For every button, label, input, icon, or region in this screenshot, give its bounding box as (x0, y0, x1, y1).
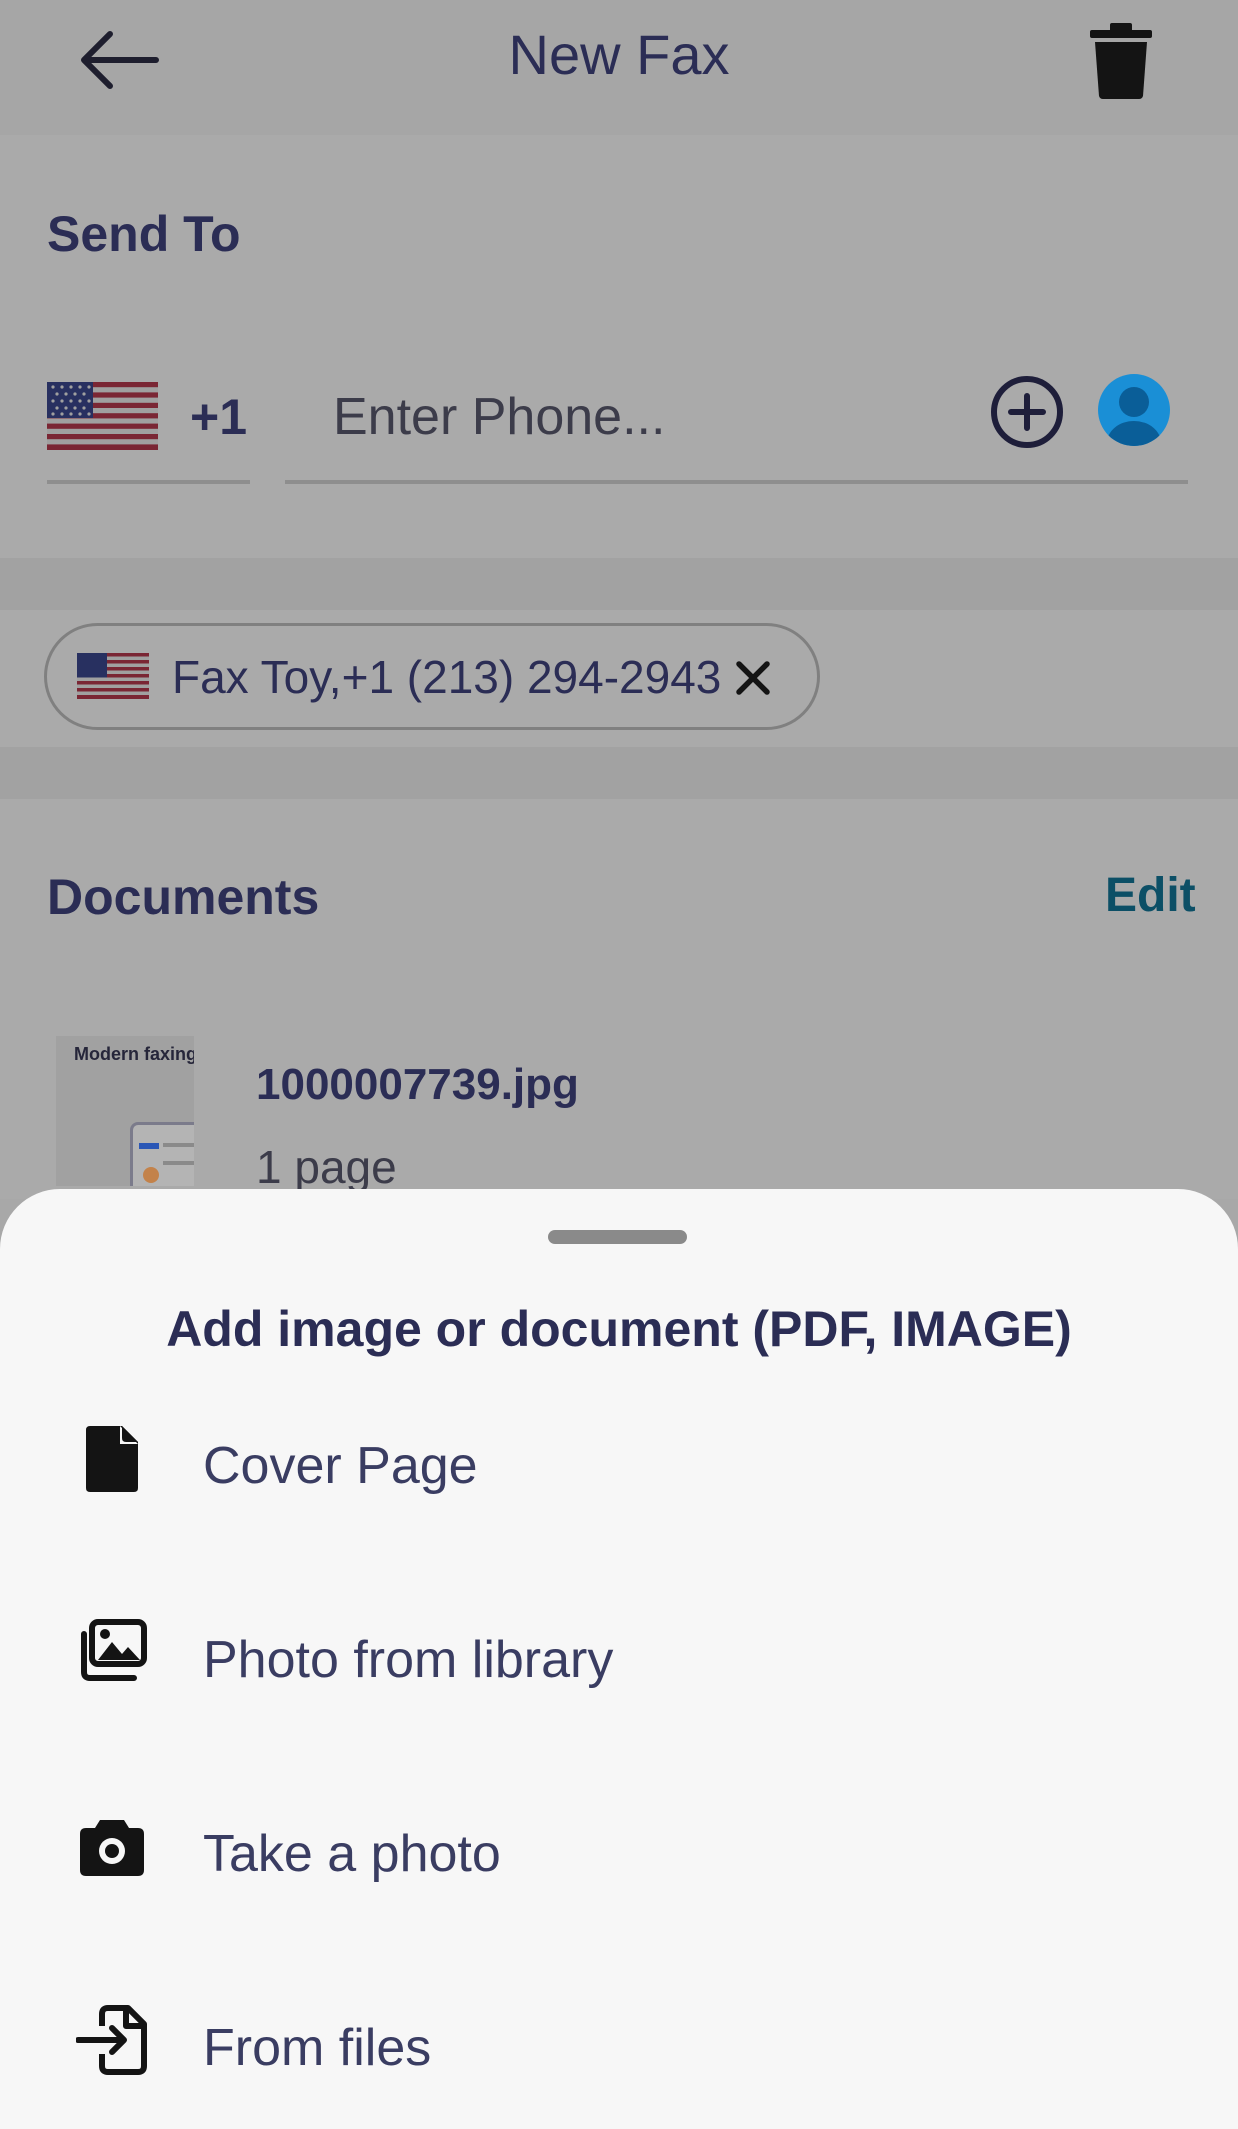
plus-circle-icon[interactable] (990, 375, 1064, 449)
send-to-section (0, 135, 1238, 558)
thumbnail-line (163, 1161, 194, 1165)
documents-label: Documents (47, 869, 320, 925)
option-from-files[interactable]: From files (203, 2018, 431, 2078)
country-field-underline (47, 480, 250, 484)
option-photo-library[interactable]: Photo from library (203, 1630, 613, 1690)
edit-documents-button[interactable]: Edit (1105, 868, 1196, 923)
us-flag-icon[interactable] (47, 382, 158, 450)
file-icon[interactable] (76, 1422, 148, 1494)
thumbnail-line (163, 1143, 194, 1147)
sheet-drag-handle[interactable] (548, 1230, 687, 1244)
page-title: New Fax (508, 23, 730, 86)
close-icon[interactable] (733, 658, 773, 698)
document-page-count: 1 page (256, 1141, 397, 1193)
camera-icon[interactable] (76, 1810, 148, 1882)
option-cover-page[interactable]: Cover Page (203, 1436, 478, 1496)
document-name: 1000007739.jpg (256, 1060, 579, 1109)
photo-library-icon[interactable] (76, 1616, 148, 1688)
send-to-label: Send To (47, 206, 241, 262)
file-import-icon[interactable] (75, 2004, 148, 2076)
option-take-photo[interactable]: Take a photo (203, 1824, 501, 1884)
section-divider (0, 747, 1238, 799)
contact-avatar-icon[interactable] (1097, 373, 1171, 447)
us-flag-icon (77, 653, 149, 699)
country-dial-code[interactable]: +1 (190, 388, 247, 446)
thumbnail-preview-card (130, 1122, 194, 1186)
thumbnail-bar (139, 1143, 159, 1149)
phone-field-underline (285, 480, 1188, 484)
thumbnail-avatar (143, 1167, 159, 1183)
recipient-label: Fax Toy,+1 (213) 294-2943 (172, 651, 722, 703)
thumbnail-caption: Modern faxing (74, 1044, 194, 1064)
section-divider (0, 558, 1238, 610)
sheet-title: Add image or document (PDF, IMAGE) (166, 1301, 1072, 1357)
document-thumbnail[interactable]: Modern faxing (56, 1036, 194, 1186)
trash-icon[interactable] (1088, 22, 1154, 100)
phone-input[interactable] (333, 382, 953, 452)
